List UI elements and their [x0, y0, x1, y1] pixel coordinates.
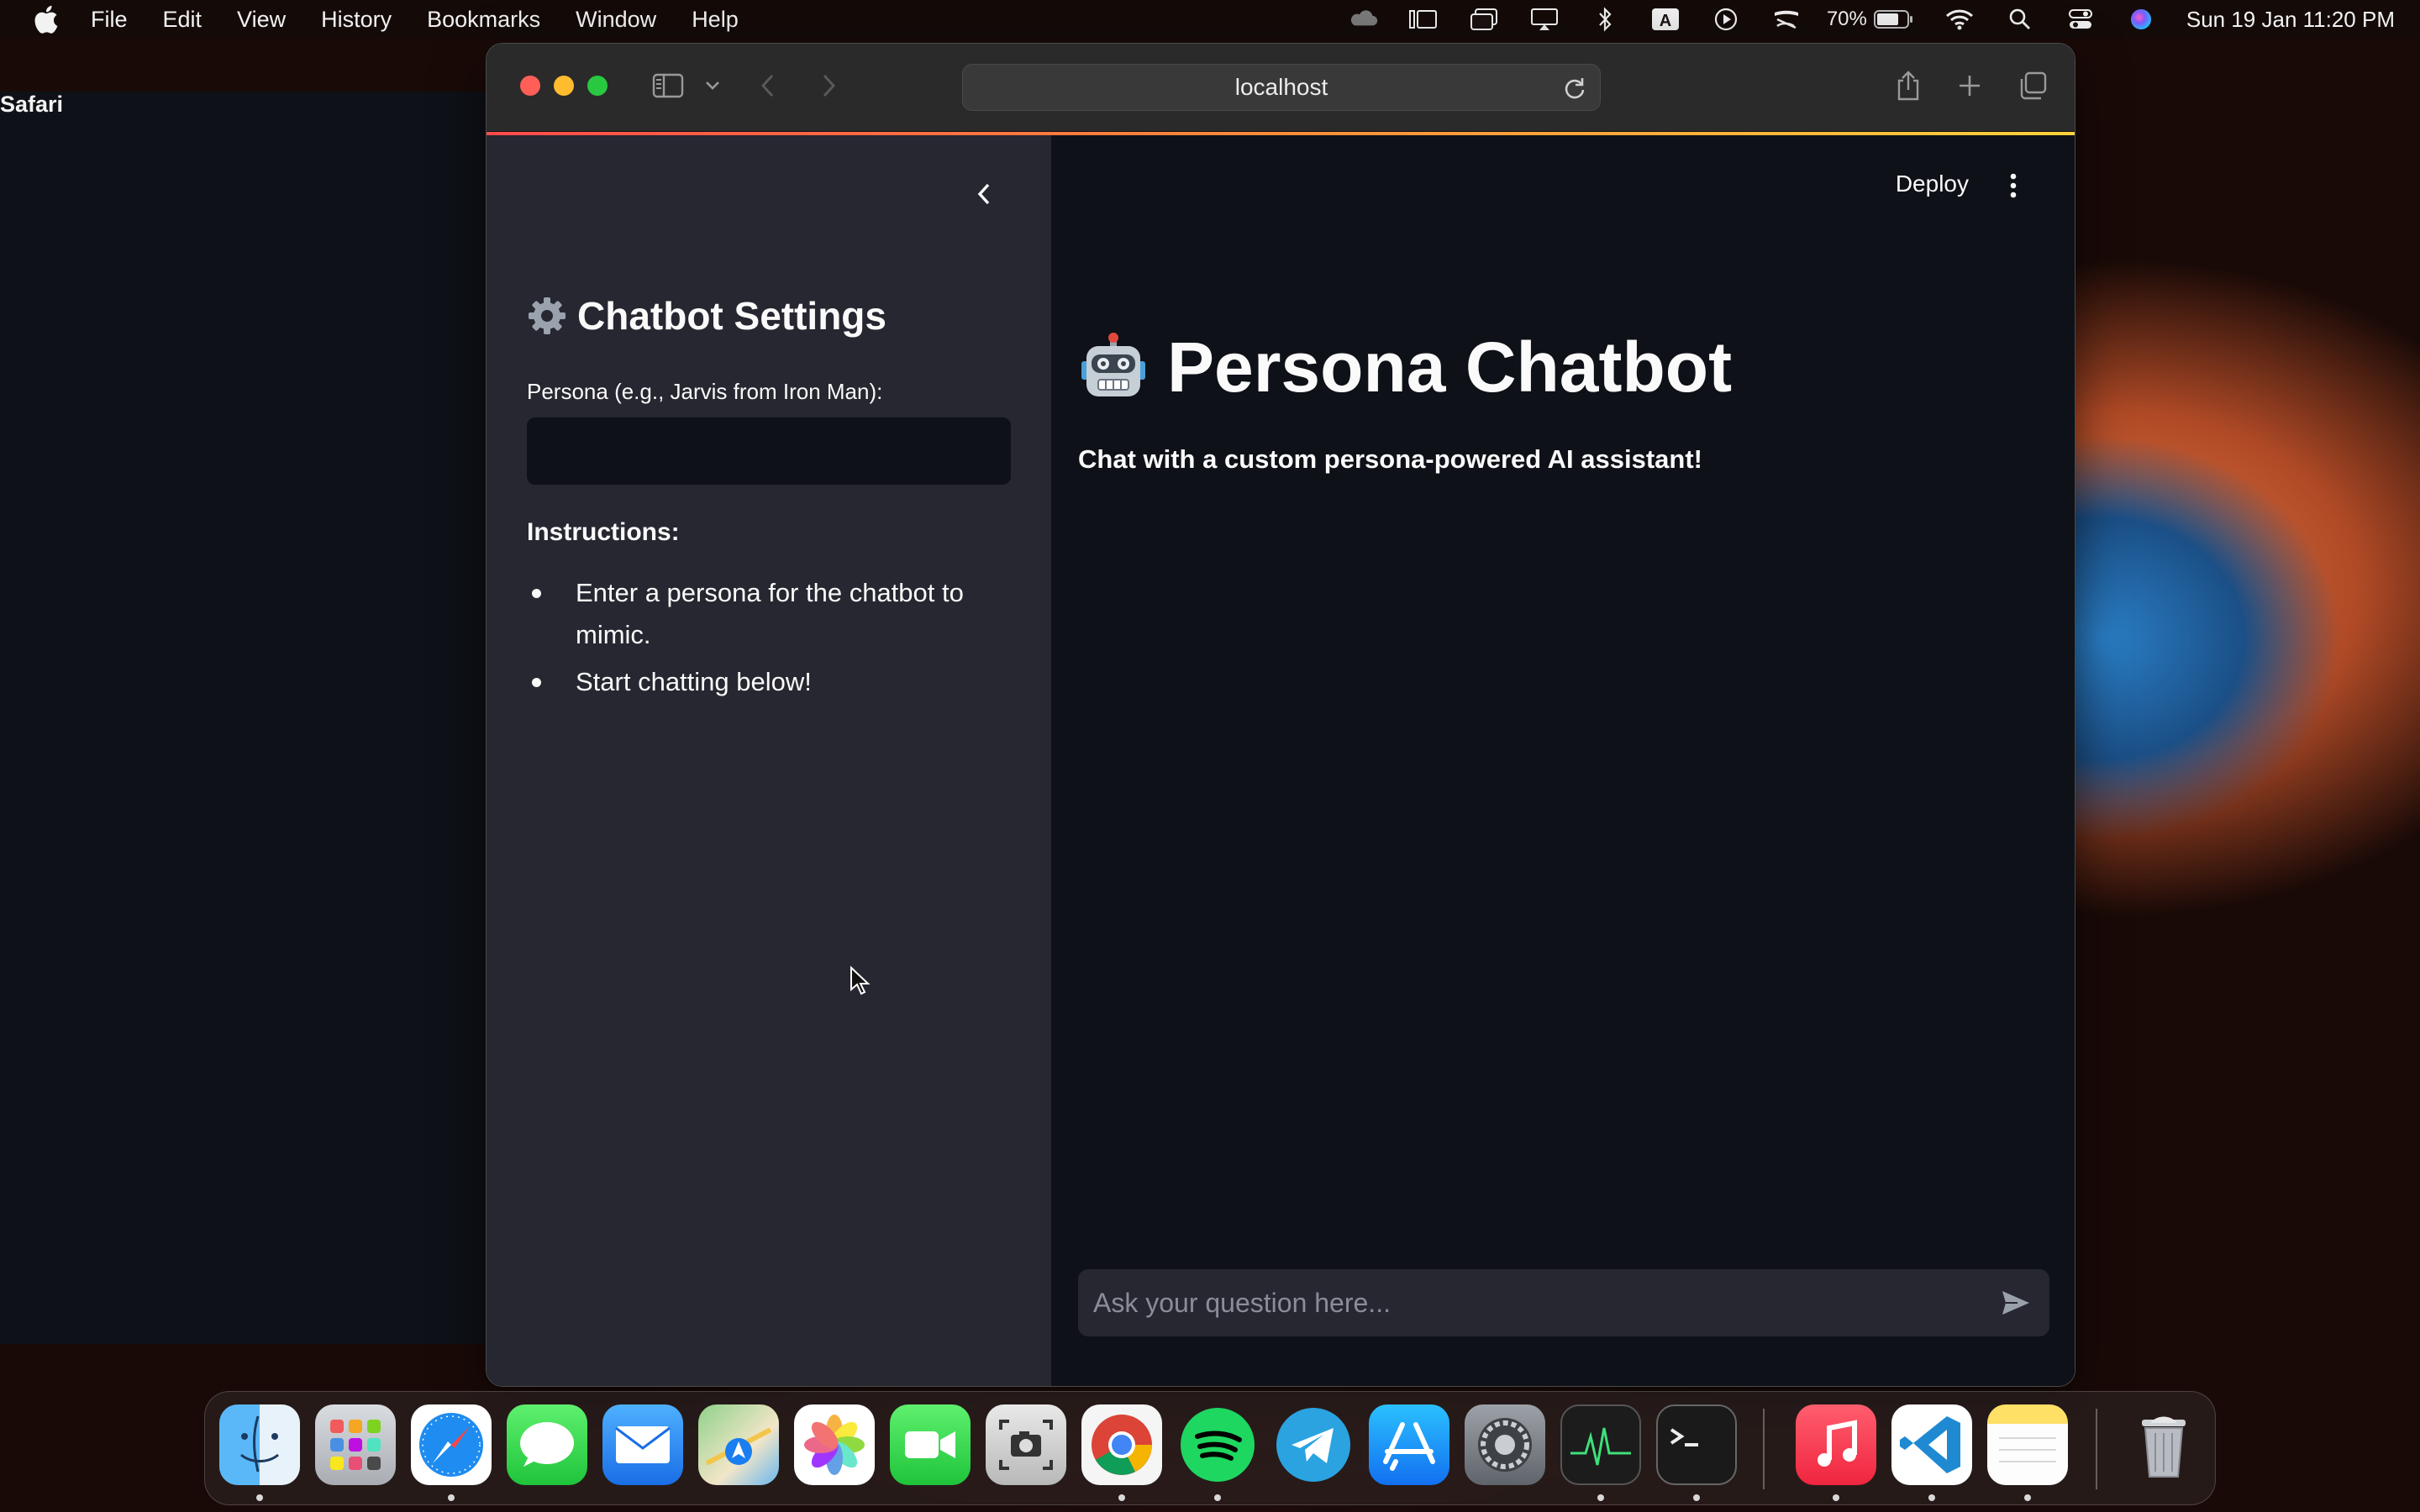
menu-window[interactable]: Window: [576, 7, 656, 33]
launchpad-icon[interactable]: [315, 1404, 396, 1485]
app-store-icon[interactable]: [1369, 1404, 1449, 1485]
tab-group-chevron-down-icon[interactable]: [702, 69, 723, 102]
now-playing-icon[interactable]: [1711, 8, 1741, 31]
menu-edit[interactable]: Edit: [163, 7, 203, 33]
siri-icon[interactable]: [2126, 8, 2156, 31]
chat-input-container: [1078, 1269, 2049, 1336]
sidebar-toggle-icon[interactable]: [651, 69, 685, 102]
battery-percentage: 70%: [1826, 8, 1867, 30]
share-icon[interactable]: [1891, 69, 1925, 102]
dock-separator: [2096, 1409, 2097, 1489]
wifi-icon[interactable]: [1944, 8, 1975, 31]
activity-monitor-icon[interactable]: [1560, 1404, 1641, 1485]
mail-icon[interactable]: [602, 1404, 683, 1485]
menu-history[interactable]: History: [321, 7, 392, 33]
persona-input[interactable]: [527, 417, 1011, 485]
running-indicator: [1597, 1494, 1604, 1501]
running-indicator: [1214, 1494, 1221, 1501]
cloud-icon[interactable]: [1348, 8, 1378, 31]
reload-icon[interactable]: [1563, 76, 1586, 100]
photos-icon[interactable]: [794, 1404, 875, 1485]
terminal-icon[interactable]: [1656, 1404, 1737, 1485]
trash-icon[interactable]: [2123, 1404, 2204, 1485]
new-tab-plus-icon[interactable]: [1953, 69, 1986, 102]
collapse-sidebar-chevron-left-icon[interactable]: [967, 177, 1001, 211]
spotlight-search-icon[interactable]: [2005, 8, 2035, 31]
menu-file[interactable]: File: [91, 7, 128, 33]
maps-icon[interactable]: [698, 1404, 779, 1485]
running-indicator: [1928, 1494, 1935, 1501]
music-icon[interactable]: [1796, 1404, 1876, 1485]
apple-logo-icon[interactable]: [34, 5, 59, 34]
menu-bar: Safari File Edit View History Bookmarks …: [0, 0, 2420, 1344]
svg-text:A: A: [1660, 12, 1671, 30]
running-indicator: [1833, 1494, 1839, 1501]
bluetooth-icon[interactable]: [1590, 7, 1620, 32]
spotify-icon[interactable]: [1177, 1404, 1258, 1485]
page-subtitle: Chat with a custom persona-powered AI as…: [1078, 444, 1702, 474]
mouse-cursor-icon: [850, 966, 871, 995]
deploy-button[interactable]: Deploy: [1896, 171, 1969, 197]
chrome-icon[interactable]: [1081, 1404, 1162, 1485]
safari-window: localhost Chatbot Settings Persona (e.g.…: [486, 43, 2075, 1387]
browser-toolbar: localhost: [487, 44, 2075, 132]
persona-label: Persona (e.g., Jarvis from Iron Man):: [527, 379, 883, 404]
running-indicator: [2024, 1494, 2031, 1501]
forward-chevron-icon[interactable]: [816, 69, 841, 102]
menu-bookmarks[interactable]: Bookmarks: [427, 7, 540, 33]
instructions-list: Enter a persona for the chatbot to mimic…: [527, 572, 997, 708]
safari-icon[interactable]: [411, 1404, 492, 1485]
minimize-window-button[interactable]: [554, 76, 574, 96]
control-center-icon[interactable]: [2065, 8, 2096, 31]
main-content: Deploy Persona Chatbot Chat with a custo…: [1051, 135, 2075, 1386]
facetime-icon[interactable]: [890, 1404, 971, 1485]
dock-separator: [1763, 1409, 1765, 1489]
focus-icon[interactable]: [1771, 8, 1802, 31]
input-source-icon[interactable]: A: [1650, 8, 1681, 31]
address-bar[interactable]: localhost: [962, 64, 1601, 111]
bullet-icon: [532, 589, 541, 598]
back-chevron-icon[interactable]: [755, 69, 781, 102]
vscode-icon[interactable]: [1891, 1404, 1972, 1485]
page-title: Persona Chatbot: [1078, 327, 1732, 408]
bullet-icon: [532, 678, 541, 687]
screenshot-icon[interactable]: [986, 1404, 1066, 1485]
sidebar-title: Chatbot Settings: [527, 293, 886, 339]
stage-manager-icon[interactable]: [1408, 8, 1439, 31]
running-indicator: [1118, 1494, 1125, 1501]
more-options-icon[interactable]: [2001, 169, 2026, 202]
list-item: Start chatting below!: [527, 661, 997, 703]
running-indicator: [448, 1494, 455, 1501]
tab-overview-icon[interactable]: [2016, 69, 2049, 102]
streamlit-app: Chatbot Settings Persona (e.g., Jarvis f…: [487, 135, 2075, 1386]
menu-help[interactable]: Help: [692, 7, 739, 33]
list-item: Enter a persona for the chatbot to mimic…: [527, 572, 997, 656]
page-title-text: Persona Chatbot: [1167, 328, 1733, 407]
window-icon[interactable]: [1469, 8, 1499, 31]
menu-view[interactable]: View: [237, 7, 286, 33]
running-indicator: [256, 1494, 263, 1501]
instruction-text: Start chatting below!: [576, 667, 812, 696]
instructions-heading: Instructions:: [527, 518, 680, 546]
instruction-text: Enter a persona for the chatbot to mimic…: [576, 578, 964, 649]
notes-icon[interactable]: [1987, 1404, 2068, 1485]
messages-icon[interactable]: [507, 1404, 587, 1485]
chat-input[interactable]: [1078, 1269, 1982, 1336]
sidebar-title-text: Chatbot Settings: [577, 294, 886, 338]
system-settings-icon[interactable]: [1465, 1404, 1545, 1485]
menu-clock[interactable]: Sun 19 Jan 11:20 PM: [2186, 7, 2395, 33]
finder-icon[interactable]: [219, 1404, 300, 1485]
display-icon[interactable]: [1529, 8, 1560, 31]
send-icon[interactable]: [1982, 1269, 2049, 1336]
close-window-button[interactable]: [520, 76, 540, 96]
telegram-icon[interactable]: [1273, 1404, 1354, 1485]
sidebar: Chatbot Settings Persona (e.g., Jarvis f…: [487, 135, 1051, 1386]
dock: [204, 1391, 2216, 1505]
running-indicator: [1693, 1494, 1700, 1501]
fullscreen-window-button[interactable]: [587, 76, 608, 96]
url-text: localhost: [1234, 74, 1328, 100]
gear-icon: [529, 297, 566, 334]
battery-icon[interactable]: [1873, 8, 1914, 31]
robot-icon: [1081, 332, 1145, 396]
